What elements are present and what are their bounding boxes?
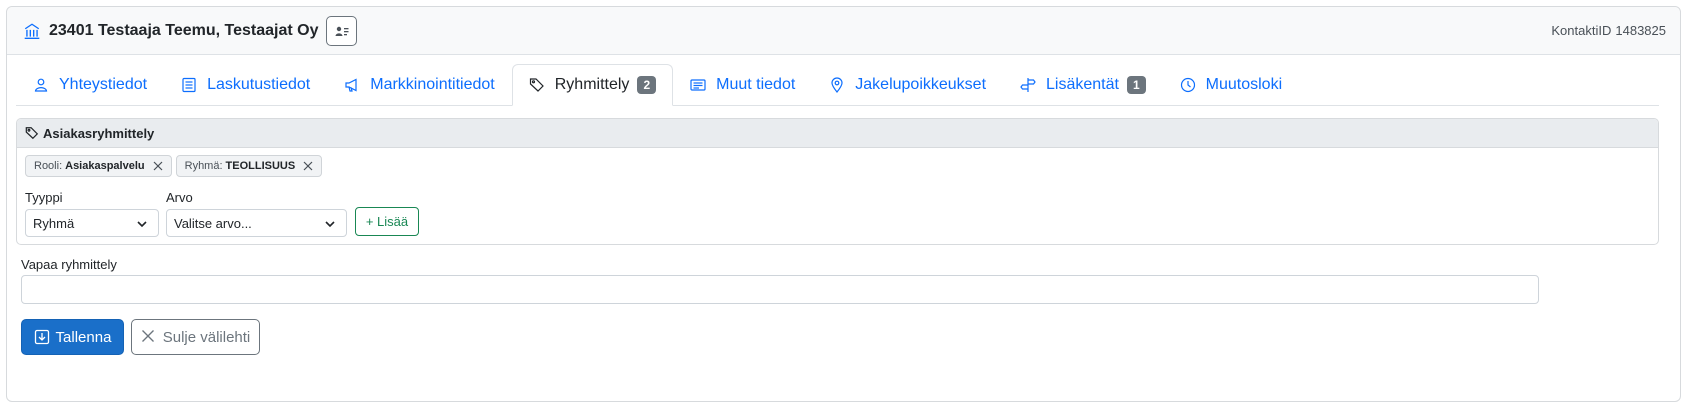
save-button[interactable]: Tallenna: [21, 319, 124, 355]
value-select-placeholder: Valitse arvo...: [174, 215, 252, 231]
contact-card-icon: [335, 25, 349, 37]
chip-value: TEOLLISUUS: [225, 160, 296, 172]
value-label: Arvo: [166, 190, 193, 205]
group-chip: Ryhmä: TEOLLISUUS: [175, 155, 323, 177]
megaphone-icon: [344, 77, 360, 93]
building-icon: [23, 22, 41, 40]
type-select[interactable]: Ryhmä: [25, 209, 159, 237]
invoice-icon: [181, 77, 197, 93]
add-group-button[interactable]: + Lisää: [355, 207, 419, 236]
close-icon: [141, 329, 157, 345]
grouping-panel-header: Asiakasryhmittely: [17, 119, 1658, 148]
tab-label: Yhteystiedot: [59, 76, 148, 93]
tab-label: Jakelupoikkeukset: [855, 76, 987, 93]
close-tab-label: Sulje välilehti: [162, 328, 251, 346]
type-select-value: Ryhmä: [33, 215, 75, 231]
tab-label: Muutosloki: [1205, 76, 1283, 93]
tab-label: Muut tiedot: [716, 76, 796, 93]
chevron-down-icon: [136, 218, 148, 230]
free-grouping-label: Vapaa ryhmittely: [21, 257, 117, 272]
chip-value: Asiakaspalvelu: [65, 160, 145, 172]
grouping-panel-title: Asiakasryhmittely: [43, 125, 155, 141]
card-text-icon: [690, 77, 706, 93]
tab-label: Laskutustiedot: [207, 76, 311, 93]
close-tab-button[interactable]: Sulje välilehti: [131, 319, 260, 355]
tab-jakelupoikkeukset[interactable]: Jakelupoikkeukset: [812, 64, 1003, 106]
close-icon[interactable]: [303, 161, 313, 171]
contact-id: KontaktiID 1483825: [1551, 23, 1666, 38]
tab-lisakentat[interactable]: Lisäkentät 1: [1003, 64, 1163, 106]
tab-badge: 2: [637, 76, 657, 94]
grouping-panel: Asiakasryhmittely Rooli: Asiakaspalvelu …: [16, 118, 1659, 245]
tags-icon: [529, 77, 545, 93]
tab-laskutustiedot[interactable]: Laskutustiedot: [164, 64, 327, 106]
tab-markkinointitiedot[interactable]: Markkinointitiedot: [327, 64, 512, 106]
free-grouping-input[interactable]: [21, 275, 1539, 304]
save-label: Tallenna: [55, 328, 112, 346]
tab-yhteystiedot[interactable]: Yhteystiedot: [16, 64, 164, 106]
save-icon: [34, 329, 50, 345]
tab-label: Lisäkentät: [1046, 76, 1119, 93]
value-select[interactable]: Valitse arvo...: [166, 209, 347, 237]
close-icon[interactable]: [153, 161, 163, 171]
card-header: 23401 Testaaja Teemu, Testaajat Oy Konta…: [7, 7, 1680, 55]
tab-ryhmittely[interactable]: Ryhmittely 2: [511, 64, 674, 106]
chip-key: Ryhmä:: [184, 160, 223, 172]
chip-key: Rooli:: [34, 160, 63, 172]
location-pin-icon: [829, 77, 845, 93]
tab-muut-tiedot[interactable]: Muut tiedot: [673, 64, 812, 106]
person-icon: [33, 77, 49, 93]
tab-label: Ryhmittely: [554, 76, 630, 93]
tags-icon: [25, 126, 39, 140]
tab-bar: Yhteystiedot Laskutustiedot Markkinointi…: [16, 64, 1659, 106]
contact-id-label: KontaktiID: [1551, 23, 1612, 38]
chevron-down-icon: [324, 218, 336, 230]
tab-label: Markkinointitiedot: [370, 76, 495, 93]
tab-badge: 1: [1126, 76, 1146, 94]
tab-muutosloki[interactable]: Muutosloki: [1163, 64, 1299, 106]
contact-id-value: 1483825: [1615, 23, 1666, 38]
contact-card-button[interactable]: [326, 15, 358, 46]
clock-icon: [1180, 77, 1196, 93]
group-chip: Rooli: Asiakaspalvelu: [25, 155, 172, 177]
signpost-icon: [1020, 77, 1036, 93]
type-label: Tyyppi: [25, 190, 63, 205]
group-chips: Rooli: Asiakaspalvelu Ryhmä: TEOLLISUUS: [25, 155, 323, 177]
page-title: 23401 Testaaja Teemu, Testaajat Oy: [49, 21, 319, 39]
